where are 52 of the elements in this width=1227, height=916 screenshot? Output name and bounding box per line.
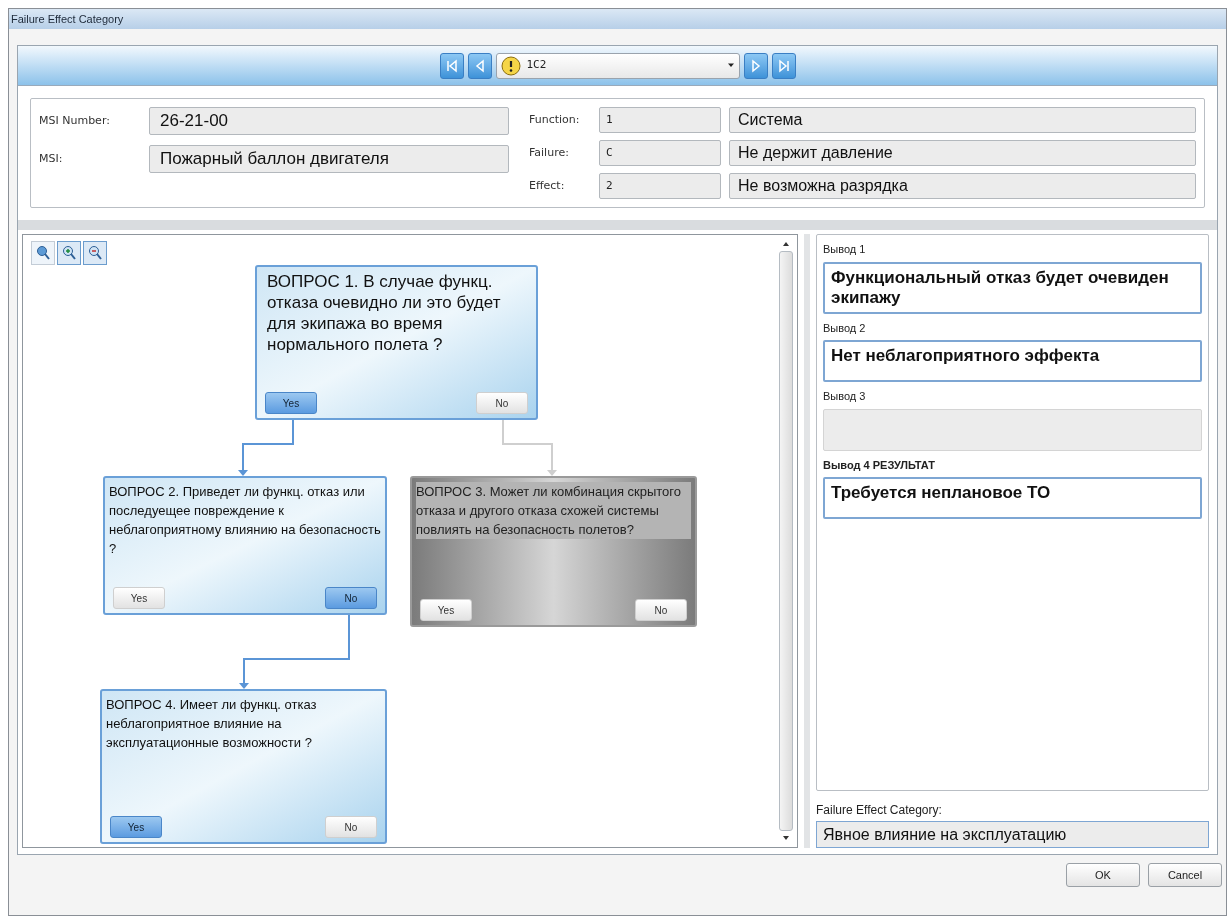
code-field[interactable]: 2 xyxy=(599,173,721,199)
record-dropdown[interactable]: 1C2 xyxy=(495,52,740,79)
zoom-in-button[interactable] xyxy=(57,241,81,265)
field-label: Failure: xyxy=(529,144,570,161)
window-title: Failure Effect Category xyxy=(11,11,124,27)
answer-button[interactable]: Yes xyxy=(420,599,472,621)
first-record-button[interactable] xyxy=(439,52,464,79)
field-label: Failure Effect Category: xyxy=(816,802,943,819)
answer-button[interactable]: Yes xyxy=(265,392,317,414)
answer-button[interactable]: No xyxy=(635,599,687,621)
zoom-fit-button[interactable] xyxy=(31,241,55,265)
answer-button[interactable]: Yes xyxy=(113,587,165,609)
msi-field[interactable]: Пожарный баллон двигателя xyxy=(149,145,509,173)
answer-button[interactable]: No xyxy=(325,587,377,609)
zoom-out-button[interactable] xyxy=(83,241,107,265)
conclusion-label: Вывод 2 xyxy=(823,320,867,336)
field-label: Effect: xyxy=(529,177,566,194)
description-field[interactable]: Система xyxy=(729,107,1196,133)
msi-number-field[interactable]: 26-21-00 xyxy=(149,107,509,135)
conclusion-field: Нет неблагоприятного эффекта xyxy=(823,340,1202,382)
dialog-button[interactable]: Cancel xyxy=(1148,863,1222,887)
last-record-icon xyxy=(776,58,791,73)
zoom-in-icon xyxy=(61,245,77,261)
caret-icon xyxy=(726,63,735,68)
magnifier-icon xyxy=(35,245,51,261)
category-field[interactable]: Явное влияние на эксплуатацию xyxy=(816,821,1209,848)
description-field[interactable]: Не держит давление xyxy=(729,140,1196,166)
conclusion-label: Вывод 3 xyxy=(823,389,867,404)
last-record-button[interactable] xyxy=(771,52,796,79)
next-record-button[interactable] xyxy=(743,52,768,79)
description-field[interactable]: Не возможна разрядка xyxy=(729,173,1196,199)
question-text: ВОПРОС 1. В случае функц. отказа очевидно ли это будет для экипажа во время нормального полета ? xyxy=(266,271,502,355)
code-field[interactable]: C xyxy=(599,140,721,166)
warning-icon xyxy=(500,55,521,76)
answer-button[interactable]: No xyxy=(325,816,377,838)
field-label: MSI Number: xyxy=(39,112,111,129)
question-text: ВОПРОС 2. Приведет ли функц. отказ или последуещее повреждение к неблагоприятному влиянию на безопасность ? xyxy=(109,483,381,558)
answer-button[interactable]: Yes xyxy=(110,816,162,838)
question-text: ВОПРОС 4. Имеет ли функц. отказ неблагоприятное влияние на эксплуатационные возможности ? xyxy=(106,696,318,752)
dialog-button[interactable]: OK xyxy=(1066,863,1140,887)
first-record-icon xyxy=(444,58,459,73)
code-field[interactable]: 1 xyxy=(599,107,721,133)
conclusion-label: Вывод 1 xyxy=(823,242,867,257)
question-text: ВОПРОС 3. Может ли комбинация скрытого отказа и другого отказа схожей системы повлиять на безопасность полетов? xyxy=(416,482,691,539)
answer-button[interactable]: No xyxy=(476,392,528,414)
field-label: MSI: xyxy=(39,150,64,167)
conclusion-field: Требуется неплановое ТО xyxy=(823,477,1202,519)
previous-record-button[interactable] xyxy=(467,52,492,79)
conclusion-field: Функциональный отказ будет очевиден экипажу xyxy=(823,261,1202,314)
zoom-out-icon xyxy=(87,245,103,261)
field-label: Function: xyxy=(529,111,581,128)
conclusion-label: Вывод 4 РЕЗУЛЬТАТ xyxy=(823,457,936,473)
